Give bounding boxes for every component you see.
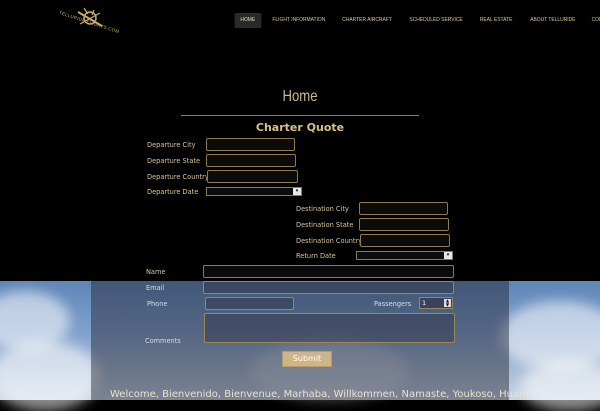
phone-label: Phone xyxy=(147,300,168,308)
name-input[interactable] xyxy=(203,265,454,278)
destination-city-label: Destination City xyxy=(296,205,349,213)
form-title: Charter Quote xyxy=(255,121,345,134)
nav-scheduled-service[interactable]: SCHEDULED SERVICE xyxy=(404,13,469,28)
departure-state-label: Departure State xyxy=(147,157,201,165)
email-input[interactable] xyxy=(203,281,454,294)
departure-country-label: Departure Country xyxy=(147,173,209,181)
submit-button[interactable]: Submit xyxy=(282,351,332,367)
name-label: Name xyxy=(146,268,166,276)
nav-about-telluride[interactable]: ABOUT TELLURIDE xyxy=(524,13,581,28)
destination-country-input[interactable] xyxy=(360,234,450,247)
destination-country-label: Destination Country xyxy=(296,237,363,245)
departure-state-input[interactable] xyxy=(206,154,296,167)
welcome-text: Welcome, Bienvenido, Bienvenue, Marhaba,… xyxy=(110,389,530,400)
chevron-down-icon: ▾ xyxy=(444,252,452,259)
title-divider xyxy=(181,115,419,116)
nav-charter-aircraft[interactable]: CHARTER AIRCRAFT xyxy=(337,13,398,28)
departure-date-select[interactable]: ▾ xyxy=(206,187,302,196)
departure-country-input[interactable] xyxy=(207,170,298,183)
spinner-icon[interactable]: ▲ ▼ xyxy=(444,299,451,307)
departure-city-label: Departure City xyxy=(147,141,196,149)
departure-date-label: Departure Date xyxy=(147,188,199,196)
comments-label: Comments xyxy=(145,337,181,345)
nav-real-estate[interactable]: REAL ESTATE xyxy=(475,13,519,28)
passengers-value: 1 xyxy=(422,299,427,307)
email-label: Email xyxy=(146,284,165,292)
destination-state-input[interactable] xyxy=(359,218,449,231)
page-title: Home xyxy=(282,88,318,105)
nav-contact[interactable]: CONTACT xyxy=(586,13,600,28)
passengers-label: Passengers xyxy=(374,300,412,308)
comments-textarea[interactable] xyxy=(204,313,455,343)
return-date-select[interactable]: ▾ xyxy=(356,251,453,260)
departure-city-input[interactable] xyxy=(206,138,295,151)
passengers-stepper[interactable]: 1 ▲ ▼ xyxy=(419,297,453,309)
phone-input[interactable] xyxy=(205,297,294,310)
destination-state-label: Destination State xyxy=(296,221,354,229)
chevron-down-icon: ▾ xyxy=(293,188,301,195)
nav-home[interactable]: HOME xyxy=(234,13,261,28)
nav-flight-information[interactable]: FLIGHT INFORMATION xyxy=(266,13,330,28)
destination-city-input[interactable] xyxy=(359,202,448,215)
main-nav: HOME FLIGHT INFORMATION CHARTER AIRCRAFT… xyxy=(234,13,600,28)
return-date-label: Return Date xyxy=(296,252,336,260)
